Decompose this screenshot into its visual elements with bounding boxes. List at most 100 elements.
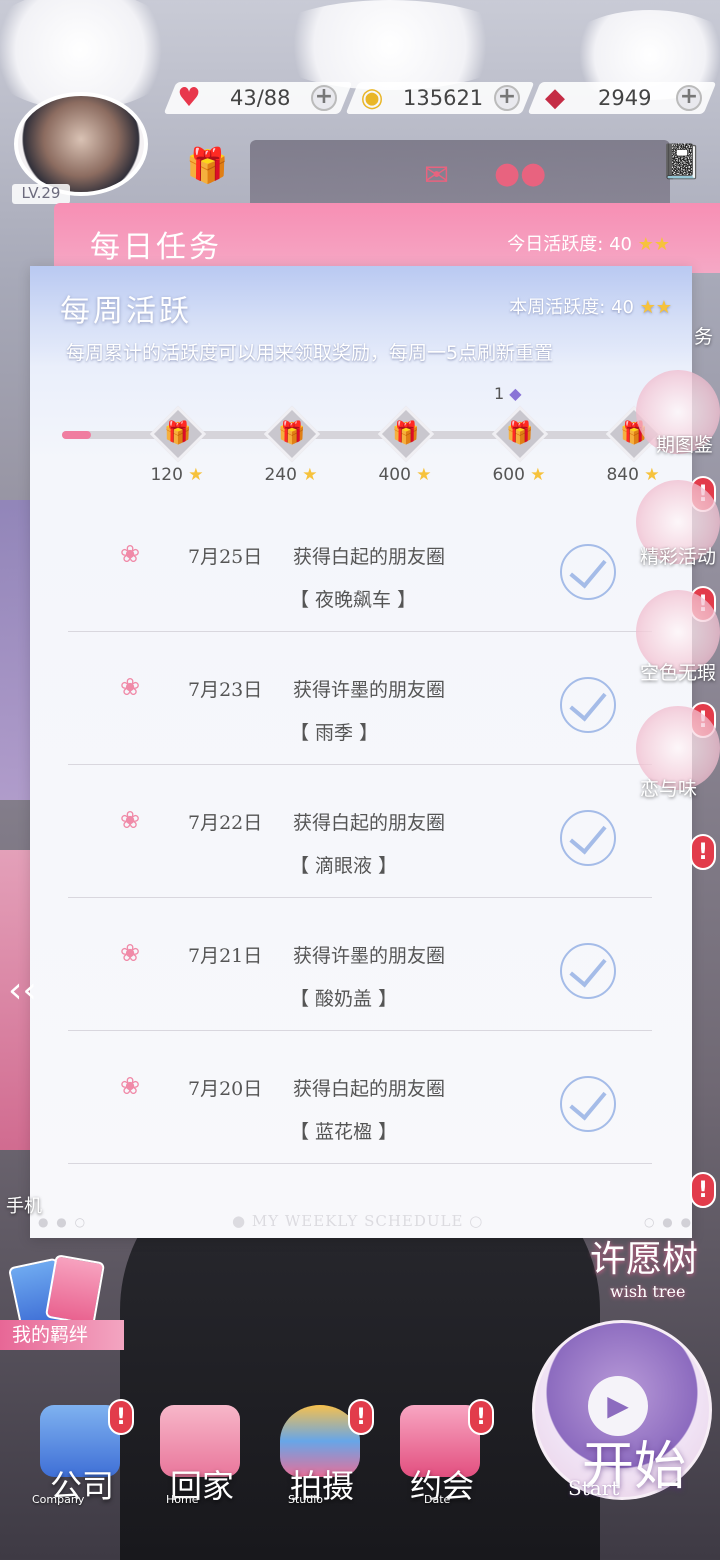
star-icon: ★ [302, 465, 318, 485]
heart-icon: ♥ [177, 83, 201, 113]
task-date: 7月21日 [188, 945, 263, 967]
weekly-points-label: 本周活跃度: 40 [509, 297, 634, 318]
friends-icon[interactable]: ●● [494, 156, 546, 191]
page-dots-right: ○ ● ● [644, 1215, 694, 1229]
completed-check-icon [560, 677, 616, 733]
purple-gem-icon: ◆ [509, 384, 522, 403]
diamond-icon: ◆ [545, 83, 565, 113]
task-title: 获得白起的朋友圈 [293, 812, 446, 834]
task-subtitle: 【 蓝花楹 】 [290, 1121, 398, 1143]
task-date: 7月25日 [188, 546, 263, 568]
task-title: 获得白起的朋友圈 [293, 546, 446, 568]
start-button[interactable]: ▶ 开始 Start [532, 1320, 716, 1520]
nav-company-button[interactable]: ! 公司 Company [20, 1399, 140, 1515]
weekly-activity-points: 本周活跃度: 40 ★★ [509, 293, 672, 319]
gift-icon: 🎁 [278, 421, 306, 446]
gold-value: 135621 [403, 86, 484, 110]
star-icon: ★★ [639, 297, 672, 318]
alert-badge: ! [468, 1399, 494, 1435]
nav-home-button[interactable]: 回家 Home [140, 1405, 260, 1515]
star-icon: ★ [416, 465, 432, 485]
side-task-label[interactable]: 务 [694, 322, 713, 349]
weekly-title: 每周活跃 [60, 294, 192, 329]
start-en: Start [568, 1476, 620, 1500]
player-level: LV.29 [12, 184, 70, 204]
milestone-value: 600 [492, 465, 525, 485]
blossom-icon: ❀ [120, 540, 141, 568]
star-icon: ★ [530, 465, 546, 485]
wish-tree-button[interactable]: 许愿树 [590, 1230, 698, 1282]
stamina-display: ♥ 43/88 [172, 82, 291, 114]
gem-count: 1 [494, 384, 505, 403]
task-date: 7月23日 [188, 679, 263, 701]
notebook-icon[interactable]: 📓 [660, 142, 702, 182]
gold-display: ◉ 135621 [355, 82, 484, 114]
task-subtitle: 【 夜晚飙车 】 [290, 589, 417, 611]
nav-date-button[interactable]: ! 约会 Date [380, 1399, 500, 1515]
add-diamond-button[interactable]: + [676, 85, 702, 111]
diamond-value: 2949 [598, 86, 652, 110]
milestone-value: 120 [150, 465, 183, 485]
milestone-label-2: 240 ★ [246, 465, 336, 485]
completed-check-icon [560, 810, 616, 866]
task-subtitle: 【 雨季 】 [290, 722, 379, 744]
star-icon: ★ [644, 465, 660, 485]
task-title: 获得白起的朋友圈 [293, 1078, 446, 1100]
mail-icon[interactable]: ✉ [424, 158, 449, 193]
alert-badge: ! [348, 1399, 374, 1435]
reward-gem-badge: 1 ◆ [494, 384, 522, 403]
gift-icon: 🎁 [392, 421, 420, 446]
diamond-display: ◆ 2949 [538, 82, 651, 114]
wish-tree-subtitle: wish tree [610, 1282, 686, 1301]
milestone-value: 400 [378, 465, 411, 485]
weekly-progress-fill [62, 431, 91, 439]
milestone-label-4: 600 ★ [474, 465, 564, 485]
side-taste-label: 恋与味 [640, 778, 698, 800]
alert-badge: ! [690, 834, 716, 870]
star-icon: ★ [188, 465, 204, 485]
milestone-value: 240 [264, 465, 297, 485]
phone-label[interactable]: 手机 [6, 1192, 42, 1218]
milestone-value: 840 [606, 465, 639, 485]
blossom-icon: ❀ [120, 806, 141, 834]
weekly-footer-text: MY WEEKLY SCHEDULE [251, 1212, 464, 1230]
chevron-left-icon[interactable]: ‹‹ [8, 970, 37, 1011]
nav-studio-button[interactable]: ! 拍摄 Studio [260, 1399, 380, 1515]
blossom-icon: ❀ [120, 939, 141, 967]
add-gold-button[interactable]: + [494, 85, 520, 111]
gold-coin-icon: ◉ [360, 83, 384, 113]
background-blossom [260, 0, 520, 90]
side-events-label: 精彩活动 [640, 546, 717, 568]
avatar-portrait [14, 92, 148, 196]
daily-activity-points: 今日活跃度: 40 ★★ [507, 230, 670, 256]
milestone-label-1: 120 ★ [132, 465, 222, 485]
player-avatar[interactable]: LV.29 [8, 92, 148, 204]
weekly-description: 每周累计的活跃度可以用来领取奖励，每周一5点刷新重置 [66, 342, 554, 364]
gift-box-icon[interactable]: 🎁 [186, 146, 228, 186]
task-subtitle: 【 滴眼液 】 [290, 855, 398, 877]
task-title: 获得许墨的朋友圈 [293, 945, 446, 967]
completed-check-icon [560, 943, 616, 999]
my-bonds-button[interactable]: 我的羁绊 [0, 1320, 124, 1350]
completed-check-icon [560, 544, 616, 600]
task-date: 7月20日 [188, 1078, 263, 1100]
gift-icon: 🎁 [164, 421, 192, 446]
nav-studio-en: Studio [288, 1493, 324, 1506]
completed-check-icon [560, 1076, 616, 1132]
add-stamina-button[interactable]: + [311, 85, 337, 111]
milestone-label-3: 400 ★ [360, 465, 450, 485]
page-dots-left: ● ● ○ [38, 1215, 88, 1229]
task-subtitle: 【 酸奶盖 】 [290, 988, 398, 1010]
task-date: 7月22日 [188, 812, 263, 834]
daily-task-title: 每日任务 [90, 230, 222, 265]
nav-home-en: Home [166, 1493, 199, 1506]
side-flawless-label: 空色无瑕 [640, 662, 717, 684]
gift-icon: 🎁 [506, 421, 534, 446]
nav-date-en: Date [424, 1493, 451, 1506]
blossom-icon: ❀ [120, 673, 141, 701]
stamina-value: 43/88 [230, 86, 291, 110]
alert-badge: ! [108, 1399, 134, 1435]
nav-company-en: Company [32, 1493, 85, 1506]
pink-card [44, 1254, 106, 1326]
alert-badge: ! [690, 1172, 716, 1208]
